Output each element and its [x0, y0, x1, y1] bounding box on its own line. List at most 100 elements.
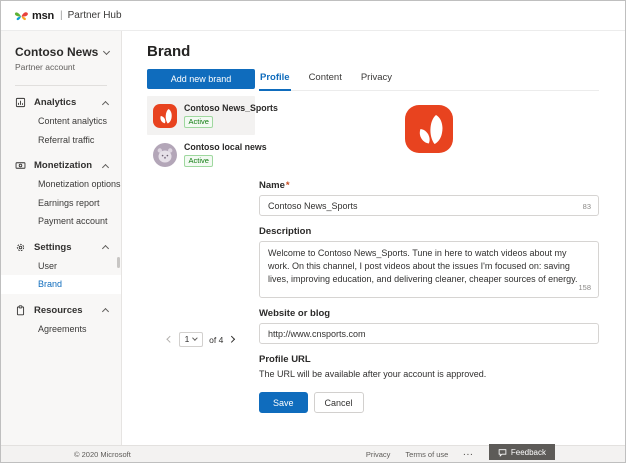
sidebar-item-referral-traffic[interactable]: Referral traffic [1, 131, 121, 150]
description-value: Welcome to Contoso News_Sports. Tune in … [268, 248, 578, 284]
brand-profile-panel: Profile Content Privacy Name* [259, 69, 625, 413]
add-new-brand-button[interactable]: Add new brand [147, 69, 255, 89]
sidebar-item-content-analytics[interactable]: Content analytics [1, 112, 121, 131]
brand-name: Contoso News_Sports [184, 103, 249, 113]
pagination-current-page: 1 [185, 334, 190, 344]
sidebar-section-monetization[interactable]: Monetization [1, 156, 121, 175]
tab-strip: Profile Content Privacy [259, 69, 599, 91]
msn-butterfly-icon [14, 10, 29, 22]
app-header: msn | Partner Hub [1, 1, 625, 31]
tab-privacy[interactable]: Privacy [360, 69, 393, 91]
profile-url-note: The URL will be available after your acc… [259, 369, 599, 379]
section-label: Monetization [34, 160, 92, 171]
speech-bubble-icon [498, 448, 507, 457]
app-body: Contoso News Partner account Analytics C… [1, 31, 625, 445]
chevron-up-icon [102, 308, 109, 315]
brand-name: Contoso local news [184, 142, 249, 152]
name-input[interactable]: Contoso News_Sports 83 [259, 195, 599, 216]
website-label: Website or blog [259, 308, 599, 319]
tab-profile[interactable]: Profile [259, 69, 291, 91]
brand-logo-local-news-icon [153, 143, 177, 167]
website-value: http://www.cnsports.com [268, 329, 366, 339]
feedback-button[interactable]: Feedback [489, 444, 555, 460]
sidebar-section-analytics[interactable]: Analytics [1, 93, 121, 112]
brand-logo-sports-icon [153, 104, 177, 128]
account-block: Contoso News Partner account [1, 31, 121, 72]
copyright-text: © 2020 Microsoft [74, 450, 131, 459]
profile-url-label: Profile URL [259, 354, 599, 365]
account-type: Partner account [15, 62, 109, 72]
settings-gear-icon [15, 242, 26, 253]
msn-logo[interactable]: msn | Partner Hub [14, 10, 122, 22]
brand-list-column: Add new brand Contoso News_Sports Active [147, 69, 255, 351]
sidebar: Contoso News Partner account Analytics C… [1, 31, 122, 445]
msn-wordmark: msn [32, 10, 54, 22]
website-input[interactable]: http://www.cnsports.com [259, 323, 599, 344]
brand-list-item[interactable]: Contoso News_Sports Active [147, 96, 255, 135]
header-separator: | [60, 10, 63, 21]
name-value: Contoso News_Sports [268, 201, 358, 211]
chevron-down-icon [103, 47, 110, 54]
terms-of-use-link[interactable]: Terms of use [405, 450, 448, 459]
chevron-up-icon [102, 100, 109, 107]
sidebar-item-monetization-options[interactable]: Monetization options [1, 175, 121, 194]
monetization-icon [15, 160, 26, 171]
name-char-counter: 83 [583, 202, 591, 211]
brand-pagination: 1 of 4 [147, 332, 255, 351]
sidebar-item-payment-account[interactable]: Payment account [1, 212, 121, 231]
account-name: Contoso News [15, 45, 98, 59]
brand-meta: Contoso News_Sports Active [184, 103, 249, 128]
pagination-of-label: of 4 [209, 335, 223, 345]
chevron-down-icon [193, 335, 198, 340]
privacy-link[interactable]: Privacy [366, 450, 391, 459]
form-actions: Save Cancel [259, 392, 599, 413]
brand-meta: Contoso local news Active [184, 142, 249, 167]
sidebar-divider [15, 85, 107, 86]
chevron-up-icon [102, 163, 109, 170]
page-title: Brand [147, 43, 625, 60]
cancel-button[interactable]: Cancel [314, 392, 364, 413]
description-field: Description Welcome to Contoso News_Spor… [259, 226, 599, 298]
sidebar-item-user[interactable]: User [1, 257, 121, 276]
website-field: Website or blog http://www.cnsports.com [259, 308, 599, 344]
brand-columns: Add new brand Contoso News_Sports Active [147, 69, 625, 413]
app-window: msn | Partner Hub Contoso News Partner a… [0, 0, 626, 463]
brand-profile-logo [259, 105, 599, 153]
analytics-icon [15, 97, 26, 108]
footer-links: Privacy Terms of use ··· Feedback [366, 446, 555, 462]
resources-icon [15, 305, 26, 316]
sidebar-scrollbar-thumb[interactable] [117, 257, 120, 268]
name-field: Name* Contoso News_Sports 83 [259, 180, 599, 216]
profile-url-field: Profile URL The URL will be available af… [259, 354, 599, 379]
description-input[interactable]: Welcome to Contoso News_Sports. Tune in … [259, 241, 599, 298]
header-product-name: Partner Hub [68, 10, 122, 21]
sidebar-nav: Analytics Content analytics Referral tra… [1, 93, 121, 338]
sidebar-item-agreements[interactable]: Agreements [1, 320, 121, 339]
pagination-next-icon[interactable] [228, 336, 234, 342]
status-badge: Active [184, 116, 213, 129]
section-label: Resources [34, 305, 83, 316]
pagination-page-select[interactable]: 1 [179, 332, 204, 347]
section-label: Analytics [34, 97, 76, 108]
more-options-icon[interactable]: ··· [463, 450, 474, 459]
sidebar-item-brand[interactable]: Brand [1, 275, 121, 294]
tab-content[interactable]: Content [308, 69, 343, 91]
label-text: Name [259, 180, 285, 191]
description-label: Description [259, 226, 599, 237]
main-content: Brand Add new brand Contoso News_Sports [122, 31, 625, 445]
status-badge: Active [184, 155, 213, 168]
save-button[interactable]: Save [259, 392, 308, 413]
section-label: Settings [34, 242, 71, 253]
description-char-counter: 158 [578, 283, 591, 294]
brand-list-item[interactable]: Contoso local news Active [147, 135, 255, 174]
required-mark: * [286, 180, 290, 191]
app-footer: © 2020 Microsoft Privacy Terms of use ··… [1, 445, 625, 462]
account-selector[interactable]: Contoso News [15, 45, 109, 59]
sidebar-section-settings[interactable]: Settings [1, 238, 121, 257]
sidebar-item-earnings-report[interactable]: Earnings report [1, 194, 121, 213]
sidebar-section-resources[interactable]: Resources [1, 301, 121, 320]
brand-logo-sports-icon [405, 105, 453, 153]
chevron-up-icon [102, 245, 109, 252]
pagination-prev-icon[interactable] [167, 336, 173, 342]
feedback-label: Feedback [511, 448, 546, 457]
